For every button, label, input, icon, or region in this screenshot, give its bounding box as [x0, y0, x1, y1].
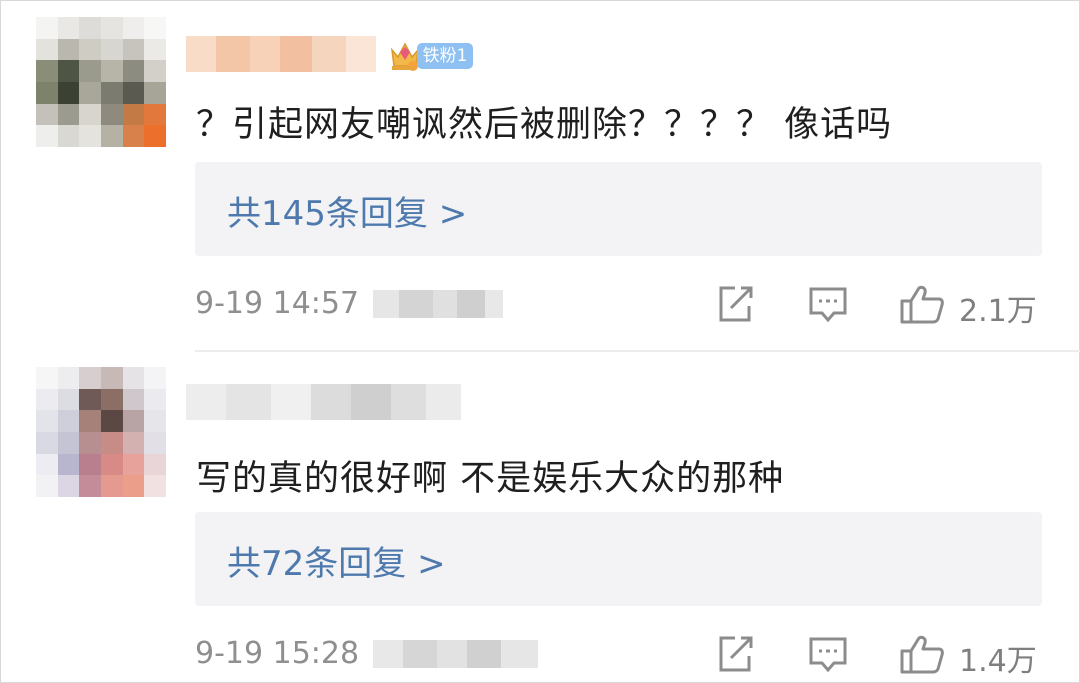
replies-box[interactable]: 共145条回复 >	[195, 162, 1042, 256]
thumbs-up-icon[interactable]	[899, 284, 945, 324]
username-redacted[interactable]	[186, 36, 376, 72]
comment-time: 9-19 15:28	[195, 636, 360, 671]
thumbs-up-icon[interactable]	[899, 634, 945, 674]
comment-text: 写的真的很好啊 不是娱乐大众的那种	[196, 459, 785, 499]
comment-meta: 9-19 15:28 1.4万	[195, 634, 1055, 679]
comment-time: 9-19 14:57	[195, 286, 360, 321]
avatar[interactable]	[36, 17, 166, 147]
share-icon[interactable]	[715, 284, 755, 324]
fan-badge[interactable]: 铁粉1	[387, 38, 487, 74]
view-replies-link[interactable]: 共145条回复 >	[227, 186, 467, 235]
avatar[interactable]	[36, 367, 166, 497]
source-redacted	[373, 640, 538, 668]
comment-item: 铁粉1 ？引起网友嘲讽然后被删除？？？？ 像话吗 共145条回复 > 9-19 …	[0, 0, 1080, 350]
fan-badge-label: 铁粉1	[417, 43, 473, 69]
view-replies-link[interactable]: 共72条回复 >	[227, 536, 446, 585]
replies-box[interactable]: 共72条回复 >	[195, 512, 1042, 606]
like-count: 1.4万	[959, 644, 1037, 679]
username-redacted[interactable]	[186, 384, 461, 420]
source-redacted	[373, 290, 503, 318]
share-icon[interactable]	[715, 634, 755, 674]
comment-icon[interactable]	[807, 634, 849, 674]
comment-icon[interactable]	[807, 284, 849, 324]
like-count: 2.1万	[959, 294, 1037, 329]
comment-text: ？引起网友嘲讽然后被删除？？？？ 像话吗	[196, 105, 893, 145]
comment-item: 写的真的很好啊 不是娱乐大众的那种 共72条回复 > 9-19 15:28 1.…	[0, 352, 1080, 683]
comment-meta: 9-19 14:57 2.1万	[195, 284, 1055, 329]
